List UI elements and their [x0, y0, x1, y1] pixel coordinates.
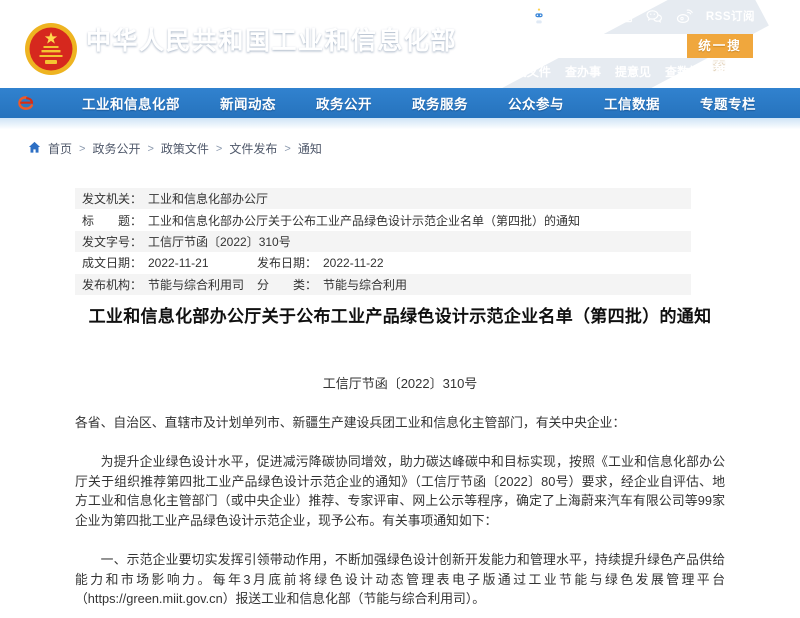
meta-value: 2022-11-21 — [148, 255, 209, 270]
breadcrumb: 首页 > 政务公开 > 政策文件 > 文件发布 > 通知 — [28, 140, 322, 157]
document-title: 工业和信息化部办公厅关于公布工业产品绿色设计示范企业名单（第四批）的通知 — [88, 307, 712, 326]
breadcrumb-separator: > — [147, 142, 154, 155]
rss-subscribe-link[interactable]: RSS订阅 — [706, 8, 755, 24]
weibo-icon[interactable] — [676, 9, 693, 24]
quick-link-services[interactable]: 查办事 — [565, 63, 601, 80]
meta-label: 发文机关： — [82, 192, 143, 207]
breadcrumb-separator: > — [215, 142, 223, 155]
meta-value: 工信厅节函〔2022〕310号 — [148, 234, 291, 249]
nav-item-public[interactable]: 公众参与 — [508, 93, 564, 113]
nav-item-gov-open[interactable]: 政务公开 — [316, 93, 372, 113]
nav-bottom-strip — [0, 118, 800, 129]
header-toolbar: RSS订阅 — [531, 7, 755, 25]
document-paragraph: 一、示范企业要切实发挥引领带动作用，不断加强绿色设计创新开发能力和管理水平，持续… — [75, 552, 725, 606]
document-paragraph: 为提升企业绿色设计水平，促进减污降碳协同增效，助力碳达峰碳中和目标实现，按照《工… — [75, 454, 725, 528]
mobile-icon[interactable] — [588, 9, 603, 24]
quick-link-data[interactable]: 查数据 — [665, 63, 701, 80]
accessibility-icon[interactable] — [560, 9, 575, 24]
breadcrumb-policy-files[interactable]: 政策文件 — [161, 140, 209, 157]
meta-label: 分 类： — [257, 277, 318, 292]
breadcrumb-file-release[interactable]: 文件发布 — [229, 140, 277, 157]
site-subtitle: Ministry of Industry and Information Tec… — [86, 60, 437, 70]
nav-item-gov-services[interactable]: 政务服务 — [412, 93, 468, 113]
meta-row-title: 标 题： 工业和信息化部办公厅关于公布工业产品绿色设计示范企业名单（第四批）的通… — [75, 209, 691, 230]
nav-item-topics[interactable]: 专题专栏 — [700, 93, 756, 113]
quick-link-complaint[interactable]: 要投诉 — [715, 63, 751, 80]
nav-item-news[interactable]: 新闻动态 — [220, 93, 276, 113]
meta-label: 标 题： — [82, 213, 143, 228]
quick-link-news[interactable]: 看新闻 — [465, 63, 501, 80]
home-icon[interactable] — [28, 141, 41, 157]
site-header: 中华人民共和国工业和信息化部 Ministry of Industry and … — [0, 0, 800, 88]
nav-items: 工业和信息化部 新闻动态 政务公开 政务服务 公众参与 工信数据 专题专栏 — [82, 93, 756, 113]
meta-value: 节能与综合利用 — [323, 277, 408, 292]
meta-value: 2022-11-22 — [323, 255, 384, 270]
search-bar: 统一搜索 — [489, 34, 753, 72]
nav-item-miit[interactable]: 工业和信息化部 — [82, 93, 180, 113]
meta-label: 成文日期： — [82, 256, 143, 271]
document-meta-table: 发文机关： 工业和信息化部办公厅 标 题： 工业和信息化部办公厅关于公布工业产品… — [75, 188, 691, 295]
meta-label: 发文字号： — [82, 234, 143, 249]
document-number: 工信厅节函〔2022〕310号 — [322, 376, 478, 391]
breadcrumb-separator: > — [284, 142, 291, 155]
breadcrumb-home[interactable]: 首页 — [48, 140, 72, 157]
mascot-icon[interactable] — [531, 8, 547, 25]
nav-item-data[interactable]: 工信数据 — [604, 93, 660, 113]
main-nav: 工业和信息化部 新闻动态 政务公开 政务服务 公众参与 工信数据 专题专栏 — [0, 88, 800, 118]
search-input[interactable] — [489, 34, 687, 58]
quick-link-suggest[interactable]: 提意见 — [615, 63, 651, 80]
meta-row-issuing-agency: 发文机关： 工业和信息化部办公厅 — [75, 188, 691, 210]
unified-search-button[interactable]: 统一搜索 — [687, 34, 753, 72]
meta-value: 工业和信息化部办公厅 — [148, 192, 269, 207]
breadcrumb-separator: > — [79, 142, 86, 155]
breadcrumb-notice[interactable]: 通知 — [298, 140, 322, 157]
breadcrumb-gov-open[interactable]: 政务公开 — [92, 140, 140, 157]
document-salutation: 各省、自治区、直辖市及计划单列市、新疆生产建设兵团工业和信息化主管部门，有关中央… — [75, 415, 626, 430]
mail-icon[interactable] — [616, 9, 633, 24]
site-title: 中华人民共和国工业和信息化部 — [86, 27, 458, 55]
site-title-block: 中华人民共和国工业和信息化部 Ministry of Industry and … — [86, 26, 457, 70]
header-quick-links: 看新闻 找文件 查办事 提意见 查数据 要投诉 — [465, 63, 751, 80]
meta-label: 发布机构： — [82, 277, 143, 292]
miit-e-logo-icon — [16, 94, 36, 112]
document-article: 工业和信息化部办公厅关于公布工业产品绿色设计示范企业名单（第四批）的通知 工信厅… — [75, 305, 725, 609]
meta-label: 发布日期： — [257, 256, 318, 271]
meta-row-org: 发布机构： 节能与综合利用司 分 类： 节能与综合利用 — [75, 273, 691, 295]
meta-value: 工业和信息化部办公厅关于公布工业产品绿色设计示范企业名单（第四批）的通知 — [148, 213, 581, 228]
page: 中华人民共和国工业和信息化部 Ministry of Industry and … — [0, 0, 800, 618]
national-emblem-logo — [24, 22, 78, 76]
wechat-icon[interactable] — [646, 9, 663, 24]
quick-link-files[interactable]: 找文件 — [515, 63, 551, 80]
meta-row-doc-number: 发文字号： 工信厅节函〔2022〕310号 — [75, 230, 691, 253]
meta-value: 节能与综合利用司 — [148, 277, 245, 292]
meta-row-dates: 成文日期： 2022-11-21 发布日期： 2022-11-22 — [75, 252, 691, 273]
